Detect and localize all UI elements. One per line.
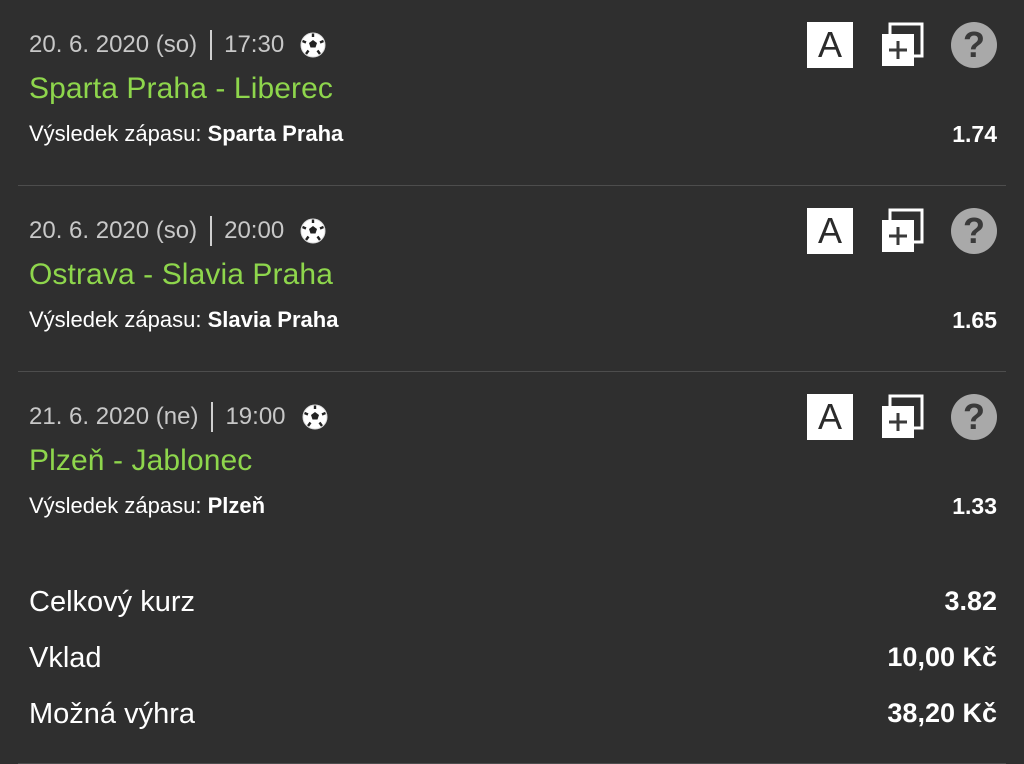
help-icon[interactable]: ? bbox=[951, 394, 997, 440]
possible-win-row: Možná výhra 38,20 Kč bbox=[29, 698, 997, 734]
total-odds-row: Celkový kurz 3.82 bbox=[29, 586, 997, 622]
match-item: 21. 6. 2020 (ne) 19:00 Plzeň - Jablonec … bbox=[0, 372, 1024, 548]
match-bet: Výsledek zápasu: Sparta Praha bbox=[29, 121, 343, 147]
possible-win-value: 38,20 Kč bbox=[887, 698, 997, 728]
stake-label: Vklad bbox=[29, 642, 102, 674]
match-meta: 20. 6. 2020 (so) 17:30 bbox=[29, 30, 326, 60]
match-actions: A ? bbox=[807, 22, 997, 68]
match-teams[interactable]: Sparta Praha - Liberec bbox=[29, 72, 333, 106]
match-bet: Výsledek zápasu: Slavia Praha bbox=[29, 307, 338, 333]
stake-value: 10,00 Kč bbox=[887, 642, 997, 672]
soccer-ball-icon bbox=[300, 218, 326, 244]
meta-separator bbox=[210, 30, 213, 60]
match-item: 20. 6. 2020 (so) 17:30 Sparta Praha - Li… bbox=[0, 0, 1024, 186]
match-teams[interactable]: Plzeň - Jablonec bbox=[29, 444, 252, 478]
bet-label: Výsledek zápasu: bbox=[29, 307, 202, 332]
help-icon[interactable]: ? bbox=[951, 208, 997, 254]
add-copy-icon[interactable] bbox=[880, 394, 924, 440]
stake-row: Vklad 10,00 Kč bbox=[29, 642, 997, 678]
match-date: 21. 6. 2020 (ne) bbox=[29, 403, 199, 430]
meta-separator bbox=[211, 402, 214, 432]
bet-pick: Sparta Praha bbox=[207, 121, 344, 146]
bet-pick: Slavia Praha bbox=[207, 307, 339, 332]
match-teams[interactable]: Ostrava - Slavia Praha bbox=[29, 258, 333, 292]
soccer-ball-icon bbox=[300, 32, 326, 58]
bet-label: Výsledek zápasu: bbox=[29, 121, 202, 146]
match-date: 20. 6. 2020 (so) bbox=[29, 217, 198, 244]
match-meta: 20. 6. 2020 (so) 20:00 bbox=[29, 216, 326, 246]
match-odd: 1.65 bbox=[952, 307, 997, 333]
match-bet: Výsledek zápasu: Plzeň bbox=[29, 493, 265, 519]
font-a-icon[interactable]: A bbox=[807, 22, 853, 68]
match-odd: 1.33 bbox=[952, 493, 997, 519]
total-odds-label: Celkový kurz bbox=[29, 586, 195, 618]
bet-label: Výsledek zápasu: bbox=[29, 493, 202, 518]
soccer-ball-icon bbox=[302, 404, 328, 430]
match-odd: 1.74 bbox=[952, 121, 997, 147]
total-odds-value: 3.82 bbox=[944, 586, 997, 616]
font-a-icon[interactable]: A bbox=[807, 208, 853, 254]
ticket-summary: Celkový kurz 3.82 Vklad 10,00 Kč Možná v… bbox=[0, 548, 1024, 764]
match-time: 17:30 bbox=[224, 31, 285, 58]
meta-separator bbox=[210, 216, 213, 246]
add-copy-icon[interactable] bbox=[880, 208, 924, 254]
bet-pick: Plzeň bbox=[207, 493, 266, 518]
font-a-icon[interactable]: A bbox=[807, 394, 853, 440]
match-actions: A ? bbox=[807, 394, 997, 440]
match-time: 20:00 bbox=[224, 217, 285, 244]
match-actions: A ? bbox=[807, 208, 997, 254]
add-copy-icon[interactable] bbox=[880, 22, 924, 68]
possible-win-label: Možná výhra bbox=[29, 698, 196, 730]
match-item: 20. 6. 2020 (so) 20:00 Ostrava - Slavia … bbox=[0, 186, 1024, 372]
match-date: 20. 6. 2020 (so) bbox=[29, 31, 198, 58]
match-meta: 21. 6. 2020 (ne) 19:00 bbox=[29, 402, 328, 432]
help-icon[interactable]: ? bbox=[951, 22, 997, 68]
match-time: 19:00 bbox=[225, 403, 286, 430]
